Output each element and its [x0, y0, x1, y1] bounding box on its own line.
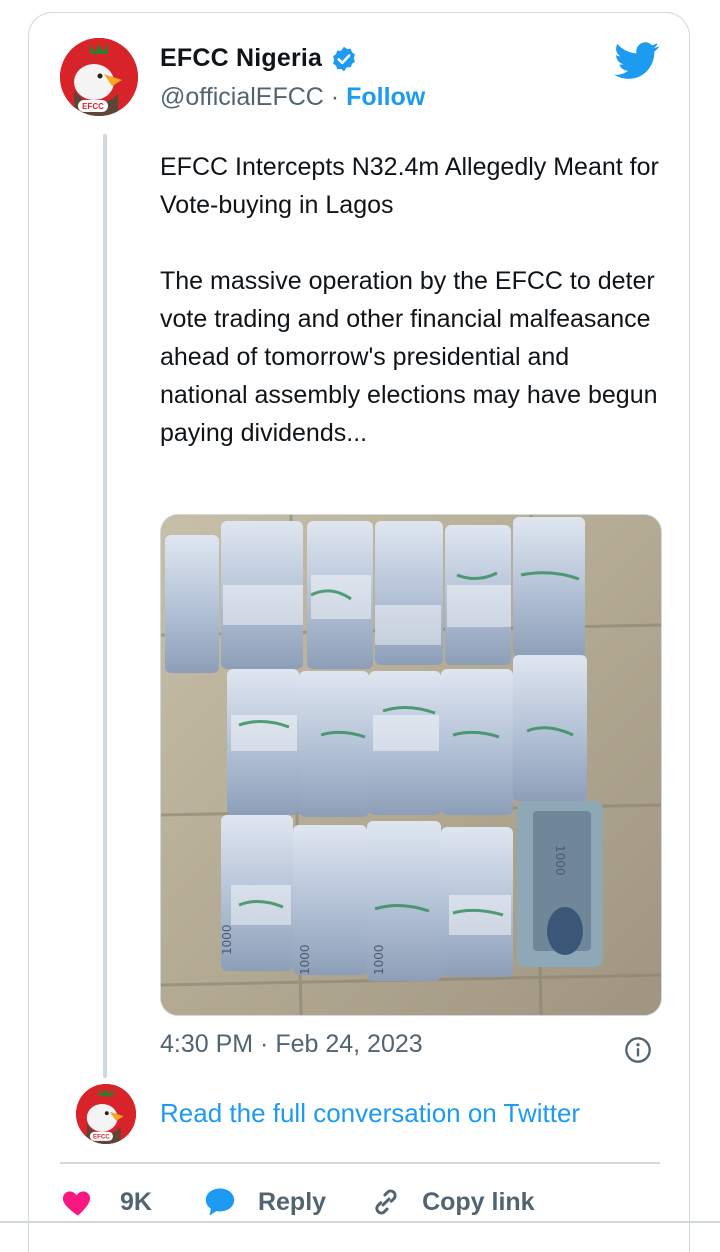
tweet-body: The massive operation by the EFCC to det…	[160, 267, 658, 447]
eagle-logo-icon: EFCC	[60, 38, 138, 116]
thread-line	[103, 134, 107, 1078]
read-full-conversation-link[interactable]: Read the full conversation on Twitter	[160, 1098, 580, 1129]
svg-text:1000: 1000	[553, 845, 567, 876]
author-avatar[interactable]: EFCC	[60, 38, 138, 116]
link-icon	[375, 1189, 397, 1215]
author-name[interactable]: EFCC Nigeria	[160, 44, 322, 73]
divider	[60, 1162, 660, 1164]
copy-link-button[interactable]: Copy link	[368, 1184, 535, 1220]
svg-text:1000: 1000	[298, 944, 312, 975]
bottom-border	[0, 1221, 720, 1223]
svg-text:EFCC: EFCC	[93, 1134, 110, 1141]
separator: ·	[330, 83, 340, 111]
info-icon[interactable]	[624, 1036, 652, 1064]
follow-button[interactable]: Follow	[346, 83, 425, 111]
copy-link-label: Copy link	[422, 1187, 535, 1216]
reply-button[interactable]: Reply	[202, 1184, 326, 1220]
tweet-timestamp[interactable]: 4:30 PM · Feb 24, 2023	[160, 1030, 423, 1059]
tweet-headline: EFCC Intercepts N32.4m Allegedly Meant f…	[160, 153, 659, 219]
verified-badge-icon	[333, 46, 356, 71]
tweet-photo[interactable]: 1000 1000 1000 1000	[160, 514, 662, 1016]
heart-icon	[62, 1191, 91, 1216]
svg-text:1000: 1000	[372, 944, 386, 975]
author-name-row[interactable]: EFCC Nigeria	[160, 44, 358, 73]
svg-text:EFCC: EFCC	[82, 102, 104, 111]
like-button[interactable]: 9K	[60, 1184, 152, 1220]
svg-text:1000: 1000	[220, 924, 234, 955]
like-count: 9K	[120, 1187, 152, 1216]
banknote-bundles-image: 1000 1000 1000 1000	[161, 515, 661, 1015]
twitter-bird-icon[interactable]	[614, 42, 660, 80]
eagle-logo-icon: EFCC	[76, 1084, 136, 1144]
author-handle[interactable]: @officialEFCC	[160, 83, 324, 111]
author-avatar-small[interactable]: EFCC	[76, 1084, 136, 1144]
reply-label: Reply	[257, 1187, 327, 1216]
speech-bubble-icon	[205, 1188, 235, 1216]
author-handle-row: @officialEFCC · Follow	[160, 83, 425, 112]
